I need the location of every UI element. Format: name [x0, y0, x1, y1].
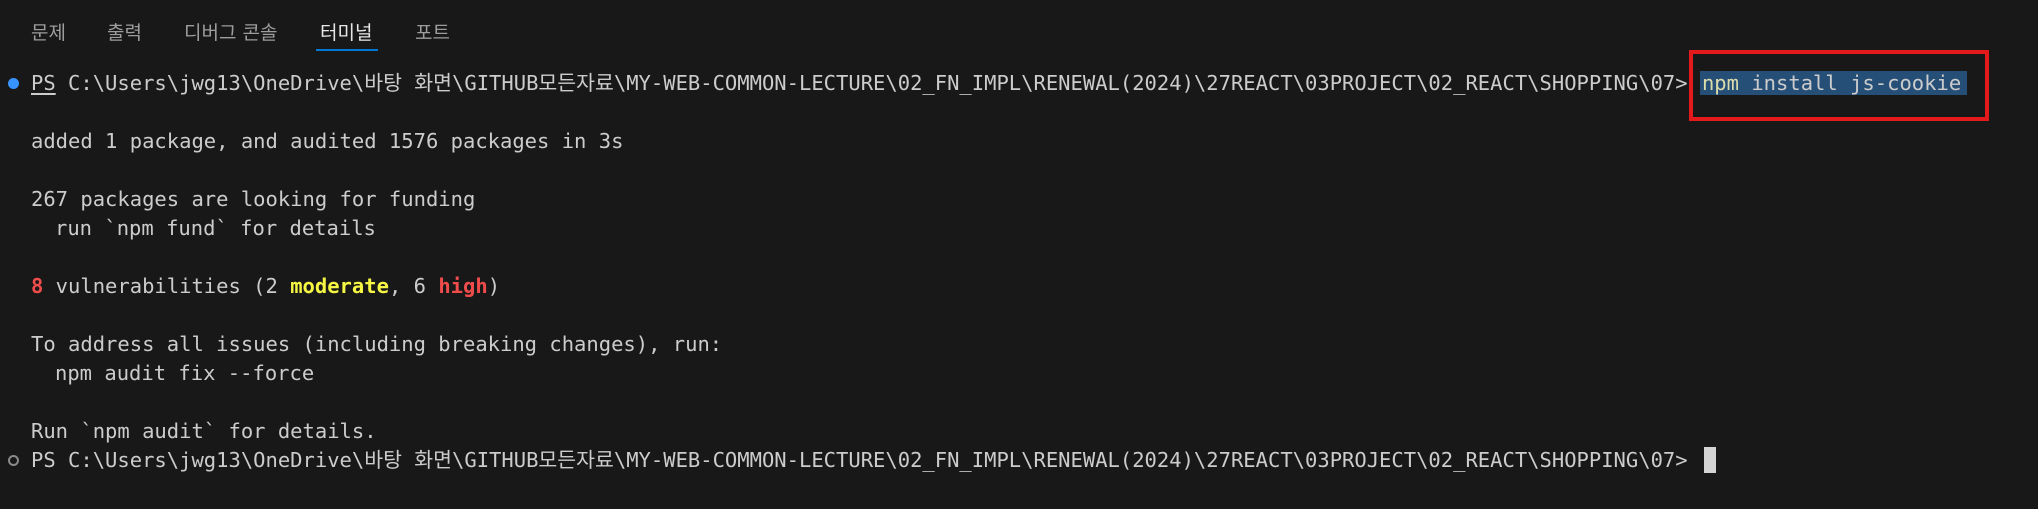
vuln-high: high: [438, 274, 488, 298]
command-line-1: PS C:\Users\jwg13\OneDrive\바탕 화면\GITHUB모…: [31, 68, 1968, 98]
output-audit-hint: Run `npm audit` for details.: [31, 419, 377, 443]
output-address: To address all issues (including breakin…: [31, 332, 723, 356]
terminal-output[interactable]: PS C:\Users\jwg13\OneDrive\바탕 화면\GITHUB모…: [0, 56, 2038, 509]
vuln-count: 8: [31, 274, 44, 298]
prompt-ps-link[interactable]: PS: [31, 71, 56, 95]
command-decoration-success-icon[interactable]: [8, 78, 19, 89]
command-decoration-default-icon[interactable]: [8, 455, 19, 466]
vuln-text-2: , 6: [388, 274, 439, 298]
output-fix-command: npm audit fix --force: [55, 361, 315, 385]
prompt2-path: C:\Users\jwg13\OneDrive\바탕 화면\GITHUB모든자료…: [55, 448, 1700, 472]
prompt2-ps: PS: [31, 448, 56, 472]
panel-tab-bar: 문제 출력 디버그 콘솔 터미널 포트: [0, 0, 2038, 56]
vuln-moderate: moderate: [290, 274, 389, 298]
output-fund-hint: run `npm fund` for details: [55, 216, 376, 240]
prompt-path: C:\Users\jwg13\OneDrive\바탕 화면\GITHUB모든자료…: [55, 71, 1700, 95]
tab-problems[interactable]: 문제: [31, 18, 66, 45]
output-vulnerabilities: 8 vulnerabilities (2 moderate, 6 high): [31, 271, 500, 301]
tab-ports[interactable]: 포트: [415, 18, 450, 45]
tab-debug-console[interactable]: 디버그 콘솔: [184, 18, 277, 45]
terminal-cursor: [1703, 447, 1716, 473]
vuln-text-3: ): [487, 274, 501, 298]
output-added: added 1 package, and audited 1576 packag…: [31, 129, 624, 153]
active-tab-indicator: [316, 49, 378, 51]
tab-output[interactable]: 출력: [107, 18, 142, 45]
red-annotation-box: [1689, 50, 1989, 121]
tab-terminal[interactable]: 터미널: [320, 18, 372, 45]
output-funding: 267 packages are looking for funding: [31, 187, 476, 211]
command-line-2[interactable]: PS C:\Users\jwg13\OneDrive\바탕 화면\GITHUB모…: [31, 445, 1716, 475]
vuln-text-1: vulnerabilities (2: [43, 274, 291, 298]
